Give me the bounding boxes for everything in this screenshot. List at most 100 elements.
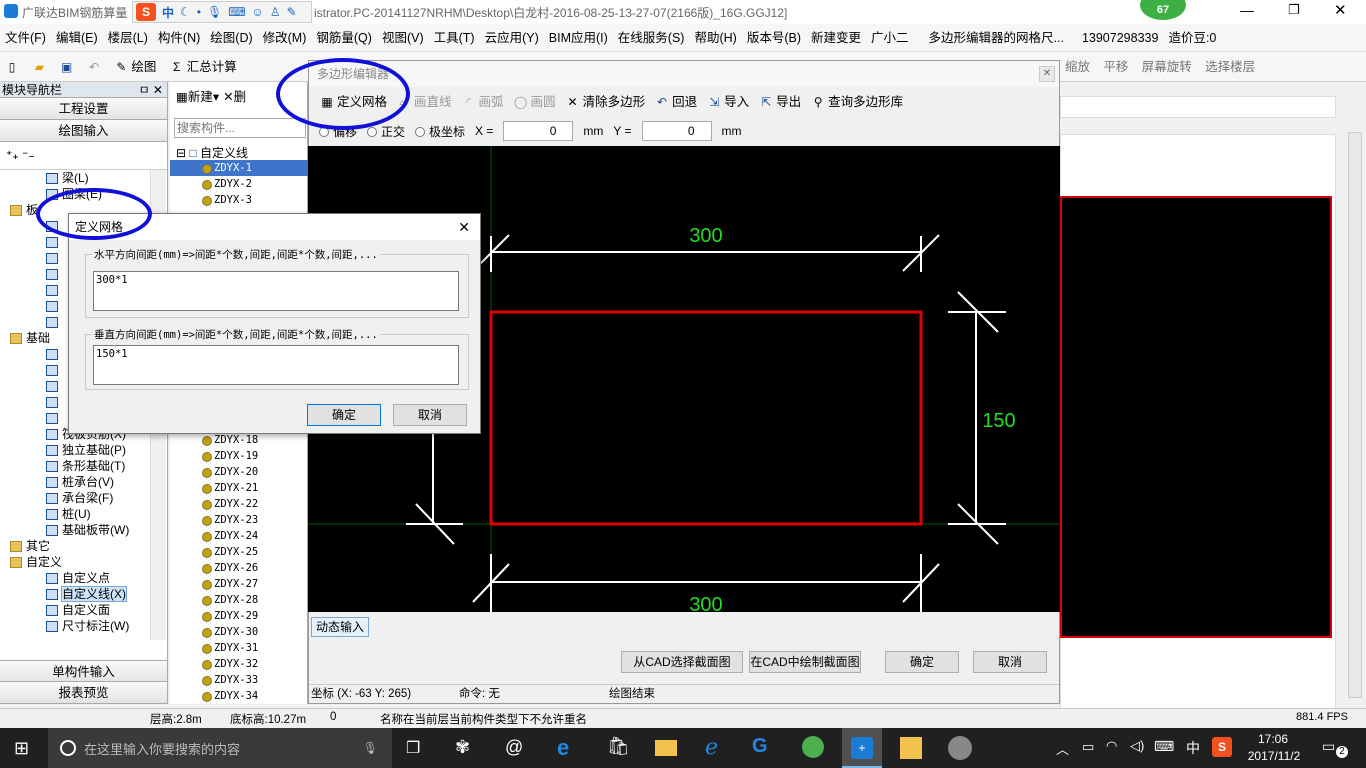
tree-item[interactable]: 自定义点: [0, 570, 150, 586]
menu-tools[interactable]: 工具(T): [429, 24, 480, 52]
query-library-button[interactable]: ⚲ 查询多边形库: [806, 87, 908, 117]
menu-file[interactable]: 文件(F): [0, 24, 51, 52]
editor-close-icon[interactable]: ✕: [1039, 66, 1055, 82]
component-list-item[interactable]: ZDYX-18: [170, 432, 308, 448]
taskbar-search-box[interactable]: 在这里输入你要搜索的内容 🎙: [48, 728, 392, 768]
component-list-item[interactable]: ZDYX-30: [170, 624, 308, 640]
drawing-input-button[interactable]: 绘图输入: [0, 120, 167, 142]
component-list-item[interactable]: ZDYX-20: [170, 464, 308, 480]
component-list-item[interactable]: ZDYX-22: [170, 496, 308, 512]
menu-phone[interactable]: 13907298339: [1077, 24, 1163, 52]
new-file-icon[interactable]: ▯: [0, 60, 24, 74]
component-search-input[interactable]: [174, 118, 306, 138]
component-list-item[interactable]: ZDYX-19: [170, 448, 308, 464]
component-list-item[interactable]: ZDYX-32: [170, 656, 308, 672]
menu-online[interactable]: 在线服务(S): [613, 24, 690, 52]
delete-component-button[interactable]: ✕删: [223, 86, 246, 105]
edge-icon[interactable]: e: [557, 735, 569, 761]
menu-view[interactable]: 视图(V): [377, 24, 429, 52]
export-button[interactable]: ⇱ 导出: [754, 87, 806, 117]
tree-item[interactable]: 自定义线(X): [0, 586, 150, 602]
sum-button[interactable]: Σ 汇总计算: [165, 52, 242, 82]
component-list-item[interactable]: ZDYX-34: [170, 688, 308, 704]
app-green-icon[interactable]: [802, 736, 824, 758]
restore-icon[interactable]: ❐: [1288, 2, 1300, 18]
tree-item[interactable]: 梁(L): [0, 170, 150, 186]
battery-icon[interactable]: ▭: [1082, 739, 1094, 755]
rotate-screen-button[interactable]: 屏幕旋转: [1137, 52, 1197, 82]
editor-ok-button[interactable]: 确定: [885, 651, 959, 673]
tree-item[interactable]: 自定义面: [0, 602, 150, 618]
sogou-tray-icon[interactable]: S: [1212, 737, 1232, 757]
undo-icon[interactable]: ↶: [82, 60, 106, 74]
x-input[interactable]: 0: [503, 121, 574, 141]
collapse-all-icon[interactable]: ⁻₋: [22, 148, 35, 162]
menu-component[interactable]: 构件(N): [153, 24, 205, 52]
editor-cancel-button[interactable]: 取消: [973, 651, 1047, 673]
draw-button[interactable]: ✎ 绘图: [109, 52, 161, 82]
save-icon[interactable]: ▣: [55, 60, 79, 74]
ime-toolbar[interactable]: S 中 ☾ • 🎙 ⌨ ☺ ♙ ✎: [132, 1, 312, 23]
project-settings-button[interactable]: 工程设置: [0, 98, 167, 120]
component-list-item[interactable]: ZDYX-1: [170, 160, 308, 176]
minimize-icon[interactable]: —: [1240, 2, 1254, 18]
ie-icon[interactable]: ℯ: [705, 734, 718, 760]
menu-floor[interactable]: 楼层(L): [103, 24, 153, 52]
glodon-g-icon[interactable]: G: [752, 735, 768, 758]
tree-item[interactable]: 桩承台(V): [0, 474, 150, 490]
notification-icon[interactable]: ▭: [1322, 738, 1335, 755]
cad-draw-button[interactable]: 在CAD中绘制截面图: [749, 651, 861, 673]
component-list-item[interactable]: ZDYX-25: [170, 544, 308, 560]
ime-tray-label[interactable]: 中: [1186, 738, 1200, 758]
component-list-item[interactable]: ZDYX-26: [170, 560, 308, 576]
component-list-item[interactable]: ZDYX-3: [170, 192, 308, 208]
import-button[interactable]: ⇲ 导入: [702, 87, 754, 117]
tree-item[interactable]: 基础板带(W): [0, 522, 150, 538]
dynamic-input-button[interactable]: 动态输入: [311, 617, 370, 637]
tray-chevron-icon[interactable]: ︿: [1056, 739, 1069, 758]
pin-close-icon[interactable]: ㅁ ✕: [139, 82, 163, 98]
clear-polygon-button[interactable]: ✕ 清除多边形: [561, 87, 651, 117]
component-list-item[interactable]: ZDYX-23: [170, 512, 308, 528]
component-list-item[interactable]: ZDYX-24: [170, 528, 308, 544]
component-list-item[interactable]: ZDYX-2: [170, 176, 308, 192]
tree-item[interactable]: 其它: [0, 538, 150, 554]
pan-button[interactable]: 平移: [1098, 52, 1133, 82]
component-list-item[interactable]: ZDYX-29: [170, 608, 308, 624]
component-list-item[interactable]: ZDYX-31: [170, 640, 308, 656]
active-app-tile[interactable]: +: [842, 728, 882, 768]
menu-beans[interactable]: 造价豆:0: [1163, 24, 1221, 52]
menu-bim[interactable]: BIM应用(I): [544, 24, 613, 52]
right-scrollbar[interactable]: [1348, 132, 1362, 698]
windows-start-icon[interactable]: ⊞: [14, 738, 29, 759]
open-file-icon[interactable]: ▰: [27, 60, 51, 74]
tree-item[interactable]: 条形基础(T): [0, 458, 150, 474]
menu-edit[interactable]: 编辑(E): [51, 24, 103, 52]
close-icon[interactable]: ✕: [1334, 1, 1347, 19]
task-view-icon[interactable]: ❐: [406, 738, 420, 758]
store-icon[interactable]: 🛍: [607, 736, 630, 757]
tree-item[interactable]: 独立基础(P): [0, 442, 150, 458]
menu-version[interactable]: 版本号(B): [742, 24, 806, 52]
draw-arc-button[interactable]: ◜ 画弧: [457, 87, 509, 117]
report-preview-button[interactable]: 报表预览: [0, 682, 167, 704]
tree-item[interactable]: 自定义: [0, 554, 150, 570]
expand-all-icon[interactable]: ⁺₊: [6, 148, 19, 162]
cad-preview[interactable]: [1060, 196, 1332, 638]
score-badge[interactable]: 67: [1140, 0, 1186, 20]
select-floor-button[interactable]: 选择楼层: [1200, 52, 1260, 82]
app-pinwheel-icon[interactable]: ✾: [455, 737, 470, 758]
dialog-ok-button[interactable]: 确定: [307, 404, 381, 426]
new-component-button[interactable]: ▦新建▾: [176, 86, 219, 105]
single-component-button[interactable]: 单构件输入: [0, 660, 167, 682]
dialog-close-icon[interactable]: ✕: [458, 214, 470, 240]
clock-time[interactable]: 17:06: [1248, 732, 1298, 746]
menu-draw[interactable]: 绘图(D): [205, 24, 257, 52]
polygon-rectangle[interactable]: [489, 310, 923, 526]
component-list-item[interactable]: ZDYX-21: [170, 480, 308, 496]
file-explorer-icon[interactable]: [655, 740, 677, 756]
menu-guangxiaoer[interactable]: 广小二: [866, 24, 914, 52]
notes-app-icon[interactable]: [900, 737, 922, 759]
wifi-icon[interactable]: ◠: [1106, 738, 1117, 754]
clock-date[interactable]: 2017/11/2: [1244, 749, 1304, 763]
